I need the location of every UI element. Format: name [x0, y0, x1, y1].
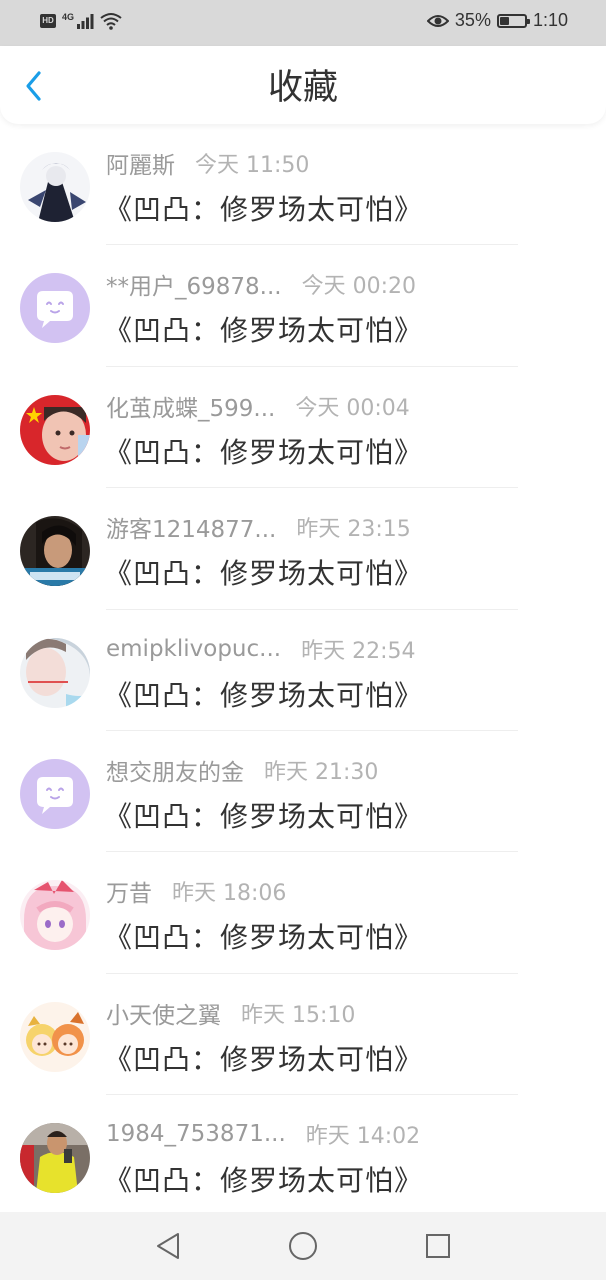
timestamp: 昨天 18:06	[172, 881, 287, 907]
avatar[interactable]	[20, 880, 90, 951]
timestamp: 昨天 22:54	[301, 638, 416, 664]
avatar[interactable]	[20, 273, 90, 344]
eye-icon	[426, 14, 449, 27]
network-type-label: 4G	[62, 12, 75, 22]
status-right: 35% 1:10	[426, 10, 568, 31]
name-line: 万昔 昨天 18:06	[106, 874, 286, 908]
book-title: 《凹凸：修罗场太可怕》	[104, 1164, 424, 1198]
timestamp: 今天 11:50	[195, 153, 310, 178]
favorites-list: 阿麗斯 今天 11:50 《凹凸：修罗场太可怕》 **用户_69878... 今…	[0, 124, 606, 1217]
page-title: 收藏	[267, 68, 338, 108]
circle-home-icon	[289, 1232, 317, 1260]
hd-badge: HD	[40, 14, 56, 28]
name-line: 想交朋友的金 昨天 21:30	[106, 753, 378, 787]
user-name: 阿麗斯	[106, 153, 175, 179]
list-item[interactable]: **用户_69878... 今天 00:20 《凹凸：修罗场太可怕》	[0, 245, 606, 367]
avatar[interactable]	[20, 758, 90, 829]
book-title: 《凹凸：修罗场太可怕》	[104, 435, 424, 469]
user-name: 万昔	[106, 881, 152, 908]
user-name: 小天使之翼	[106, 1002, 221, 1029]
timestamp: 今天 00:20	[301, 274, 417, 300]
avatar[interactable]	[20, 394, 90, 465]
book-title: 《凹凸：修罗场太可怕》	[104, 921, 424, 955]
list-item[interactable]: 1984_753871... 昨天 14:02 《凹凸：修罗场太可怕》	[0, 1095, 606, 1216]
nav-back-button[interactable]	[150, 1228, 186, 1264]
timestamp: 昨天 15:10	[241, 1002, 356, 1028]
book-title: 《凹凸：修罗场太可怕》	[104, 557, 424, 591]
user-name: 1984_753871...	[106, 1121, 286, 1148]
system-nav-bar	[0, 1212, 606, 1280]
triangle-back-icon	[157, 1233, 179, 1259]
book-title: 《凹凸：修罗场太可怕》	[104, 678, 424, 712]
avatar[interactable]	[20, 516, 90, 587]
user-name: 想交朋友的金	[106, 759, 244, 786]
book-title: 《凹凸：修罗场太可怕》	[104, 314, 424, 348]
name-line: 小天使之翼 昨天 15:10	[106, 996, 355, 1030]
nav-recents-button[interactable]	[420, 1228, 456, 1264]
avatar[interactable]	[20, 1001, 90, 1072]
name-line: emipklivopuc... 昨天 22:54	[106, 632, 416, 666]
list-item[interactable]: emipklivopuc... 昨天 22:54 《凹凸：修罗场太可怕》	[0, 610, 606, 731]
timestamp: 昨天 21:30	[264, 759, 379, 785]
list-item[interactable]: 想交朋友的金 昨天 21:30 《凹凸：修罗场太可怕》	[0, 731, 606, 853]
user-name: 游客1214877...	[106, 517, 277, 544]
square-recents-icon	[426, 1234, 450, 1258]
name-line: 化茧成蝶_599... 今天 00:04	[106, 389, 410, 423]
list-item[interactable]: 阿麗斯 今天 11:50 《凹凸：修罗场太可怕》	[0, 124, 606, 246]
list-item[interactable]: 小天使之翼 昨天 15:10 《凹凸：修罗场太可怕》	[0, 974, 606, 1096]
cell-signal-icon	[77, 14, 94, 29]
avatar[interactable]	[20, 637, 90, 708]
user-name: 化茧成蝶_599...	[106, 395, 276, 422]
header: 收藏	[0, 46, 606, 124]
timestamp: 昨天 14:02	[305, 1124, 421, 1150]
wifi-icon	[100, 13, 122, 30]
user-name: **用户_69878...	[106, 274, 282, 301]
battery-percent: 35%	[454, 10, 491, 30]
list-item[interactable]: 万昔 昨天 18:06 《凹凸：修罗场太可怕》	[0, 852, 606, 974]
book-title: 《凹凸：修罗场太可怕》	[104, 1042, 424, 1076]
timestamp: 昨天 23:15	[296, 517, 411, 543]
book-title: 《凹凸：修罗场太可怕》	[104, 193, 424, 226]
name-line: 阿麗斯 今天 11:50	[106, 146, 309, 180]
nav-home-button[interactable]	[285, 1228, 321, 1264]
battery-icon	[496, 13, 530, 28]
book-title: 《凹凸：修罗场太可怕》	[104, 799, 424, 833]
clock: 1:10	[532, 10, 568, 30]
name-line: 游客1214877... 昨天 23:15	[106, 510, 411, 544]
user-name: emipklivopuc...	[106, 635, 282, 662]
timestamp: 今天 00:04	[295, 395, 410, 421]
status-left: HD 4G	[40, 12, 122, 30]
status-bar: HD 4G 35% 1:10	[0, 0, 606, 46]
name-line: 1984_753871... 昨天 14:02	[106, 1117, 420, 1151]
name-line: **用户_69878... 今天 00:20	[106, 267, 416, 301]
list-item[interactable]: 游客1214877... 昨天 23:15 《凹凸：修罗场太可怕》	[0, 488, 606, 610]
list-item[interactable]: 化茧成蝶_599... 今天 00:04 《凹凸：修罗场太可怕》	[0, 367, 606, 489]
avatar[interactable]	[20, 152, 90, 222]
avatar[interactable]	[20, 1123, 90, 1194]
